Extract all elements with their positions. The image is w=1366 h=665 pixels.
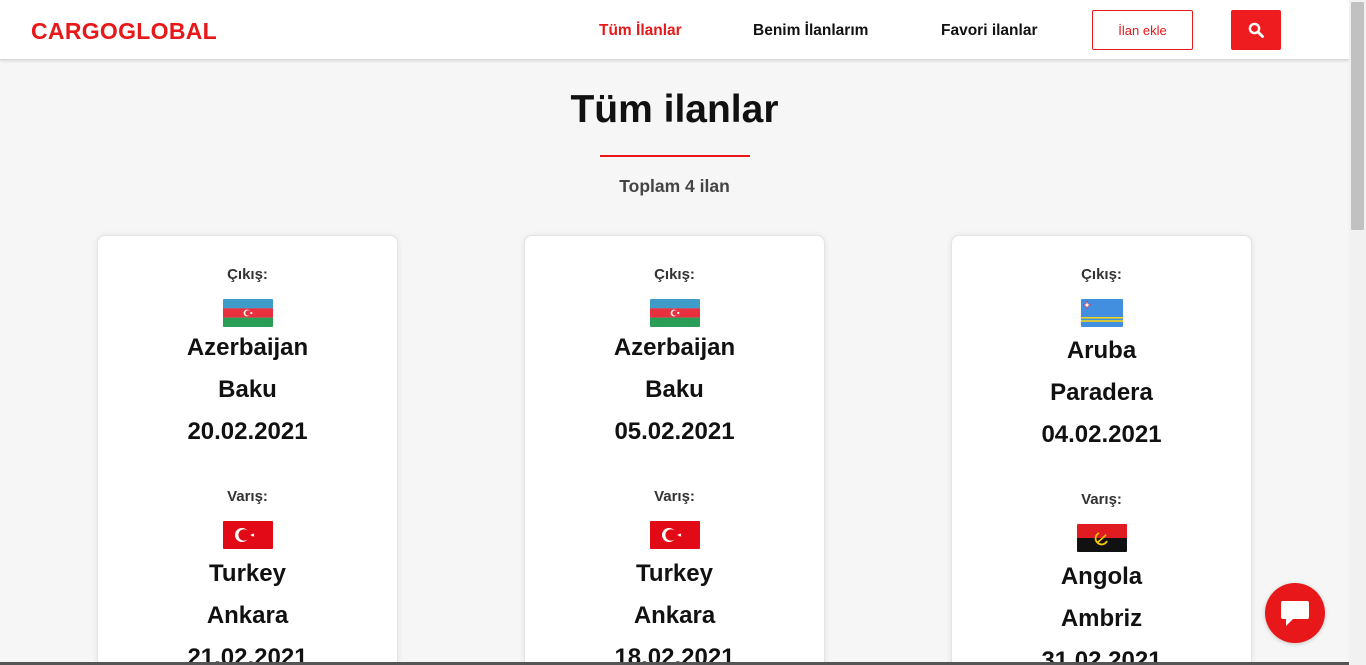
departure-city: Baku: [645, 376, 704, 403]
arrival-city: Ankara: [633, 602, 716, 629]
turkey-flag-icon: [223, 521, 273, 549]
angola-flag-icon: [1077, 524, 1127, 552]
departure-date: 04.02.2021: [1041, 421, 1162, 448]
title-underline: [600, 155, 750, 157]
arrival-label: Varış:: [1081, 491, 1122, 508]
departure-city: Paradera: [1050, 379, 1153, 406]
arrival-city: Ambriz: [1060, 605, 1143, 632]
azerbaijan-flag-icon: [223, 299, 273, 327]
arrival-country: Turkey: [209, 560, 286, 587]
departure-country: Azerbaijan: [186, 334, 309, 361]
add-listing-button[interactable]: İlan ekle: [1092, 10, 1193, 50]
departure-date: 05.02.2021: [614, 418, 735, 445]
arrival-label: Varış:: [227, 488, 268, 505]
page-title: Tüm ilanlar: [570, 88, 779, 131]
arrival-label: Varış:: [654, 488, 695, 505]
chat-button[interactable]: [1265, 583, 1325, 643]
arrival-city: Ankara: [206, 602, 289, 629]
listing-card[interactable]: Çıkış: Azerbaijan Baku 20.02.2021 Varış:…: [97, 235, 398, 665]
top-navbar: CARGOGLOBAL Tüm İlanlar Benim İlanlarım …: [0, 0, 1349, 60]
departure-label: Çıkış:: [654, 266, 695, 283]
departure-label: Çıkış:: [1081, 266, 1122, 283]
departure-country: Azerbaijan: [613, 334, 736, 361]
scrollbar-thumb[interactable]: [1351, 2, 1364, 230]
nav-my-listings[interactable]: Benim İlanlarım: [753, 22, 868, 40]
arrival-country: Turkey: [636, 560, 713, 587]
logo[interactable]: CARGOGLOBAL: [31, 18, 217, 45]
departure-date: 20.02.2021: [187, 418, 308, 445]
departure-city: Baku: [218, 376, 277, 403]
nav-all-listings[interactable]: Tüm İlanlar: [599, 22, 682, 40]
chat-icon: [1281, 601, 1309, 626]
listing-card[interactable]: Çıkış: Azerbaijan Baku 05.02.2021 Varış:…: [524, 235, 825, 665]
azerbaijan-flag-icon: [650, 299, 700, 327]
turkey-flag-icon: [650, 521, 700, 549]
search-button[interactable]: [1231, 10, 1281, 50]
search-icon: [1248, 22, 1264, 38]
departure-label: Çıkış:: [227, 266, 268, 283]
total-listings-count: Toplam 4 ilan: [619, 176, 730, 196]
listing-card[interactable]: Çıkış: Aruba Paradera 04.02.2021 Varış: …: [951, 235, 1252, 665]
arrival-country: Angola: [1060, 563, 1143, 590]
departure-country: Aruba: [1066, 337, 1137, 364]
aruba-flag-icon: [1081, 299, 1123, 327]
nav-favorite-listings[interactable]: Favori ilanlar: [941, 22, 1037, 40]
